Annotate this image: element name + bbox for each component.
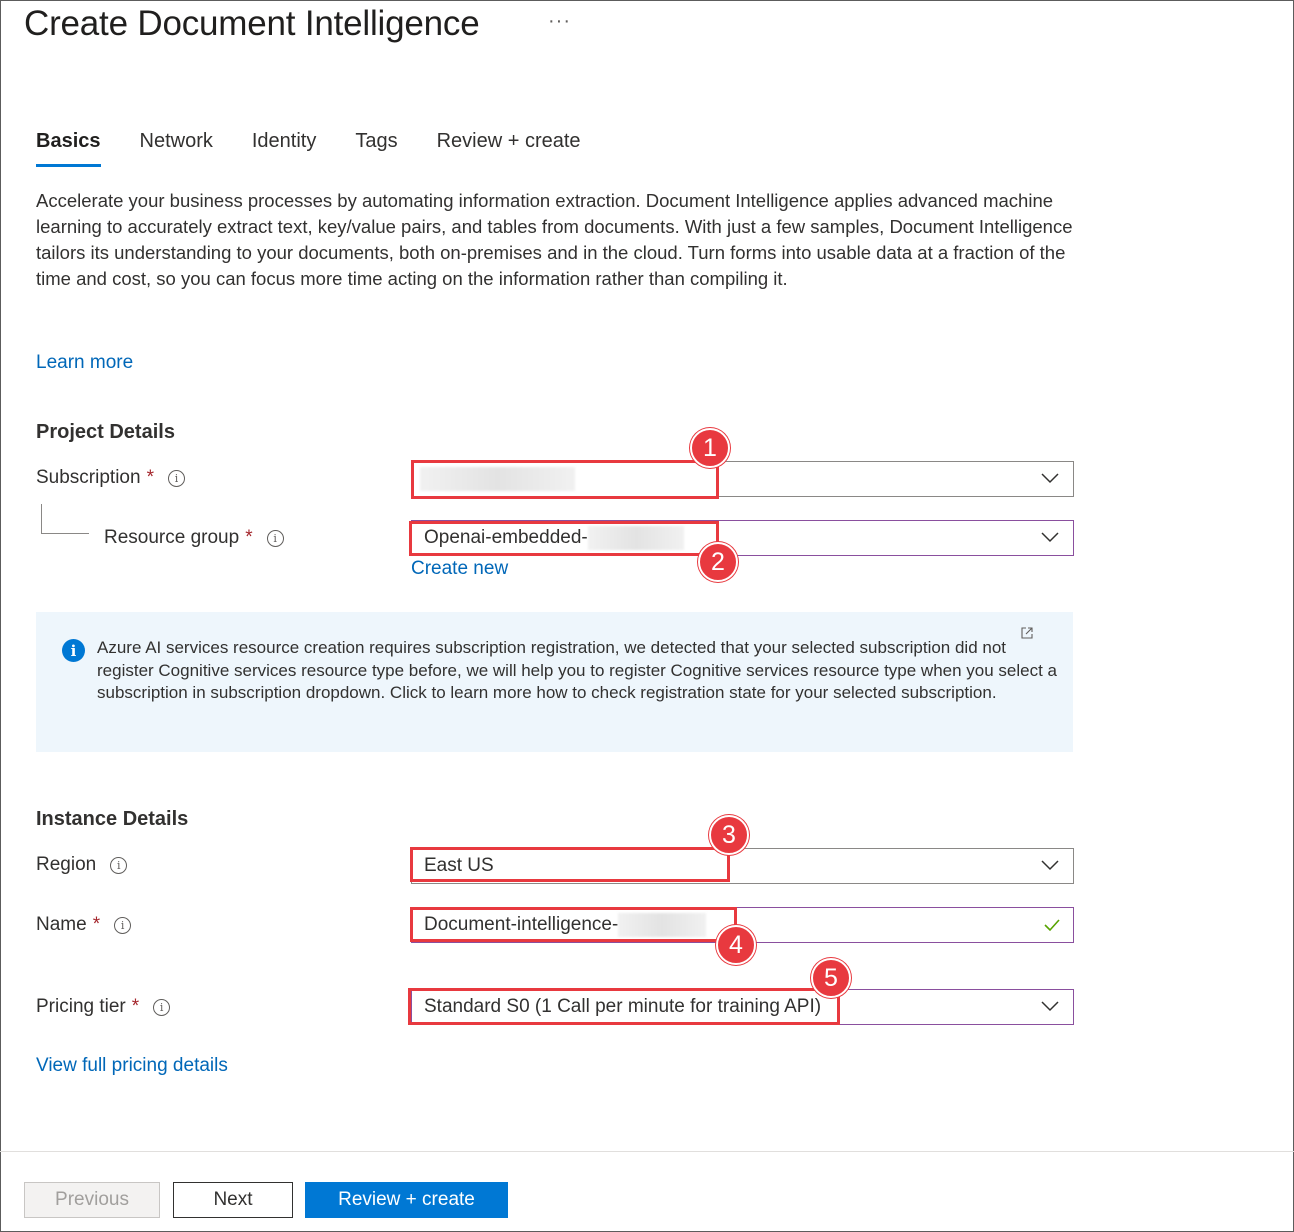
tab-bar: Basics Network Identity Tags Review + cr… xyxy=(36,130,620,168)
chevron-down-icon xyxy=(1041,1001,1059,1012)
annotation-box xyxy=(410,907,737,942)
annotation-box xyxy=(409,521,719,556)
tab-tags[interactable]: Tags xyxy=(355,130,397,168)
pricing-tier-label: Pricing tier * i xyxy=(36,996,171,1018)
annotation-marker: 4 xyxy=(716,925,756,965)
name-label-text: Name xyxy=(36,914,87,935)
next-button[interactable]: Next xyxy=(173,1182,293,1218)
tree-connector xyxy=(41,504,89,534)
required-marker: * xyxy=(92,914,101,935)
review-create-button[interactable]: Review + create xyxy=(305,1182,508,1218)
chevron-down-icon xyxy=(1041,860,1059,871)
annotation-marker: 1 xyxy=(690,428,730,468)
name-label: Name * i xyxy=(36,914,132,936)
more-options-icon[interactable]: ··· xyxy=(548,10,571,33)
subscription-label-text: Subscription xyxy=(36,467,141,488)
tab-basics[interactable]: Basics xyxy=(36,130,101,168)
page-title: Create Document Intelligence xyxy=(24,4,480,43)
region-label-text: Region xyxy=(36,854,97,875)
annotation-box xyxy=(411,460,719,499)
info-icon[interactable]: i xyxy=(153,998,171,1016)
info-banner-text: Azure AI services resource creation requ… xyxy=(97,638,1058,703)
view-pricing-link[interactable]: View full pricing details xyxy=(36,1055,228,1077)
required-marker: * xyxy=(131,996,140,1017)
tab-review-create[interactable]: Review + create xyxy=(437,130,581,168)
annotation-marker: 2 xyxy=(698,542,738,582)
service-description: Accelerate your business processes by au… xyxy=(36,190,1073,289)
required-marker: * xyxy=(245,527,253,548)
instance-details-heading: Instance Details xyxy=(36,808,189,830)
project-details-heading: Project Details xyxy=(36,421,175,443)
chevron-down-icon xyxy=(1041,532,1059,543)
chevron-down-icon xyxy=(1041,473,1059,484)
resource-group-label: Resource group * i xyxy=(104,527,284,549)
resource-group-label-text: Resource group xyxy=(104,527,240,548)
info-circle-icon: i xyxy=(62,639,85,662)
annotation-marker: 3 xyxy=(709,815,749,855)
region-label: Region i xyxy=(36,854,128,876)
tab-identity[interactable]: Identity xyxy=(252,130,316,168)
annotation-marker: 5 xyxy=(811,958,851,998)
create-new-link[interactable]: Create new xyxy=(411,558,508,580)
checkmark-icon xyxy=(1044,919,1060,932)
pricing-tier-label-text: Pricing tier xyxy=(36,996,126,1017)
annotation-box xyxy=(410,847,730,882)
info-icon[interactable]: i xyxy=(266,529,284,547)
required-marker: * xyxy=(146,467,154,488)
info-icon[interactable]: i xyxy=(110,856,128,874)
info-banner: i Azure AI services resource creation re… xyxy=(36,612,1073,752)
learn-more-link[interactable]: Learn more xyxy=(36,352,133,374)
previous-button[interactable]: Previous xyxy=(24,1182,160,1218)
tab-network[interactable]: Network xyxy=(140,130,213,168)
footer-divider xyxy=(0,1151,1294,1152)
info-icon[interactable]: i xyxy=(167,469,185,487)
info-icon[interactable]: i xyxy=(114,916,132,934)
annotation-box xyxy=(408,988,840,1025)
subscription-label: Subscription * i xyxy=(36,467,185,489)
